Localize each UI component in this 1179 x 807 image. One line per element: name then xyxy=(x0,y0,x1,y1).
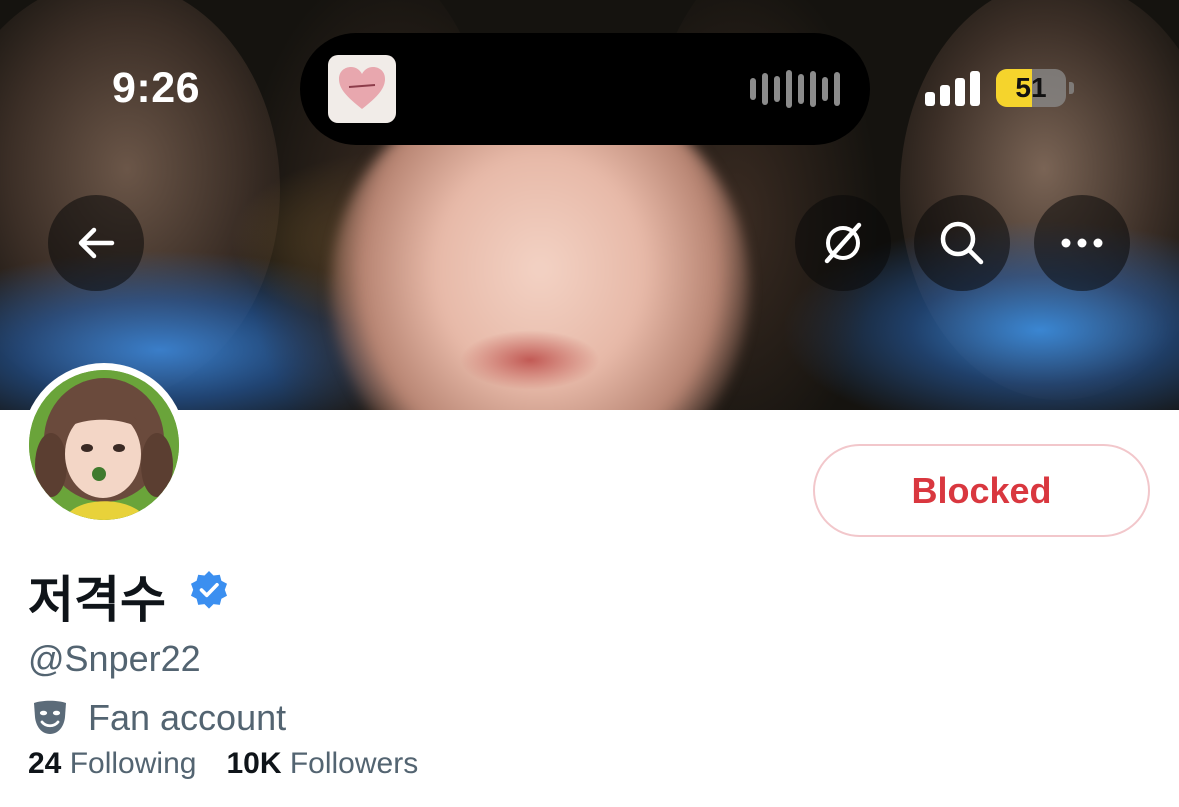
cellular-signal-icon xyxy=(925,70,980,106)
arrow-left-icon xyxy=(78,227,115,259)
more-button[interactable] xyxy=(1034,195,1130,291)
grok-slash-circle-icon xyxy=(824,222,862,264)
blocked-button[interactable]: Blocked xyxy=(813,444,1150,537)
search-icon xyxy=(940,221,984,265)
heart-icon xyxy=(339,67,385,109)
follow-stats: 24 Following 10K Followers xyxy=(28,747,418,781)
battery-tip xyxy=(1069,82,1074,94)
album-art-thumbnail[interactable] xyxy=(328,55,396,123)
battery-level: 51 xyxy=(1015,72,1047,103)
audio-waveform-icon xyxy=(750,69,840,109)
grok-button[interactable] xyxy=(795,195,891,291)
followers-link[interactable]: 10K Followers xyxy=(226,747,418,780)
profile-banner[interactable]: 9:26 51 xyxy=(0,0,1179,410)
avatar-image xyxy=(29,370,179,520)
profile-category: Fan account xyxy=(88,697,287,738)
following-count: 24 xyxy=(28,747,62,780)
followers-label: Followers xyxy=(289,747,419,780)
followers-count: 10K xyxy=(226,747,282,780)
following-label: Following xyxy=(69,747,197,780)
following-link[interactable]: 24 Following xyxy=(28,747,196,780)
dynamic-island[interactable] xyxy=(300,33,870,145)
profile-handle: @Snper22 xyxy=(28,638,201,679)
battery-icon: 51 xyxy=(996,69,1066,107)
avatar[interactable] xyxy=(22,363,186,527)
status-time: 9:26 xyxy=(112,64,201,112)
display-name: 저격수 xyxy=(28,571,166,629)
theater-masks-icon xyxy=(34,700,66,734)
verified-badge-icon xyxy=(191,571,227,609)
search-button[interactable] xyxy=(914,195,1010,291)
more-horizontal-icon xyxy=(1061,238,1103,248)
back-button[interactable] xyxy=(48,195,144,291)
